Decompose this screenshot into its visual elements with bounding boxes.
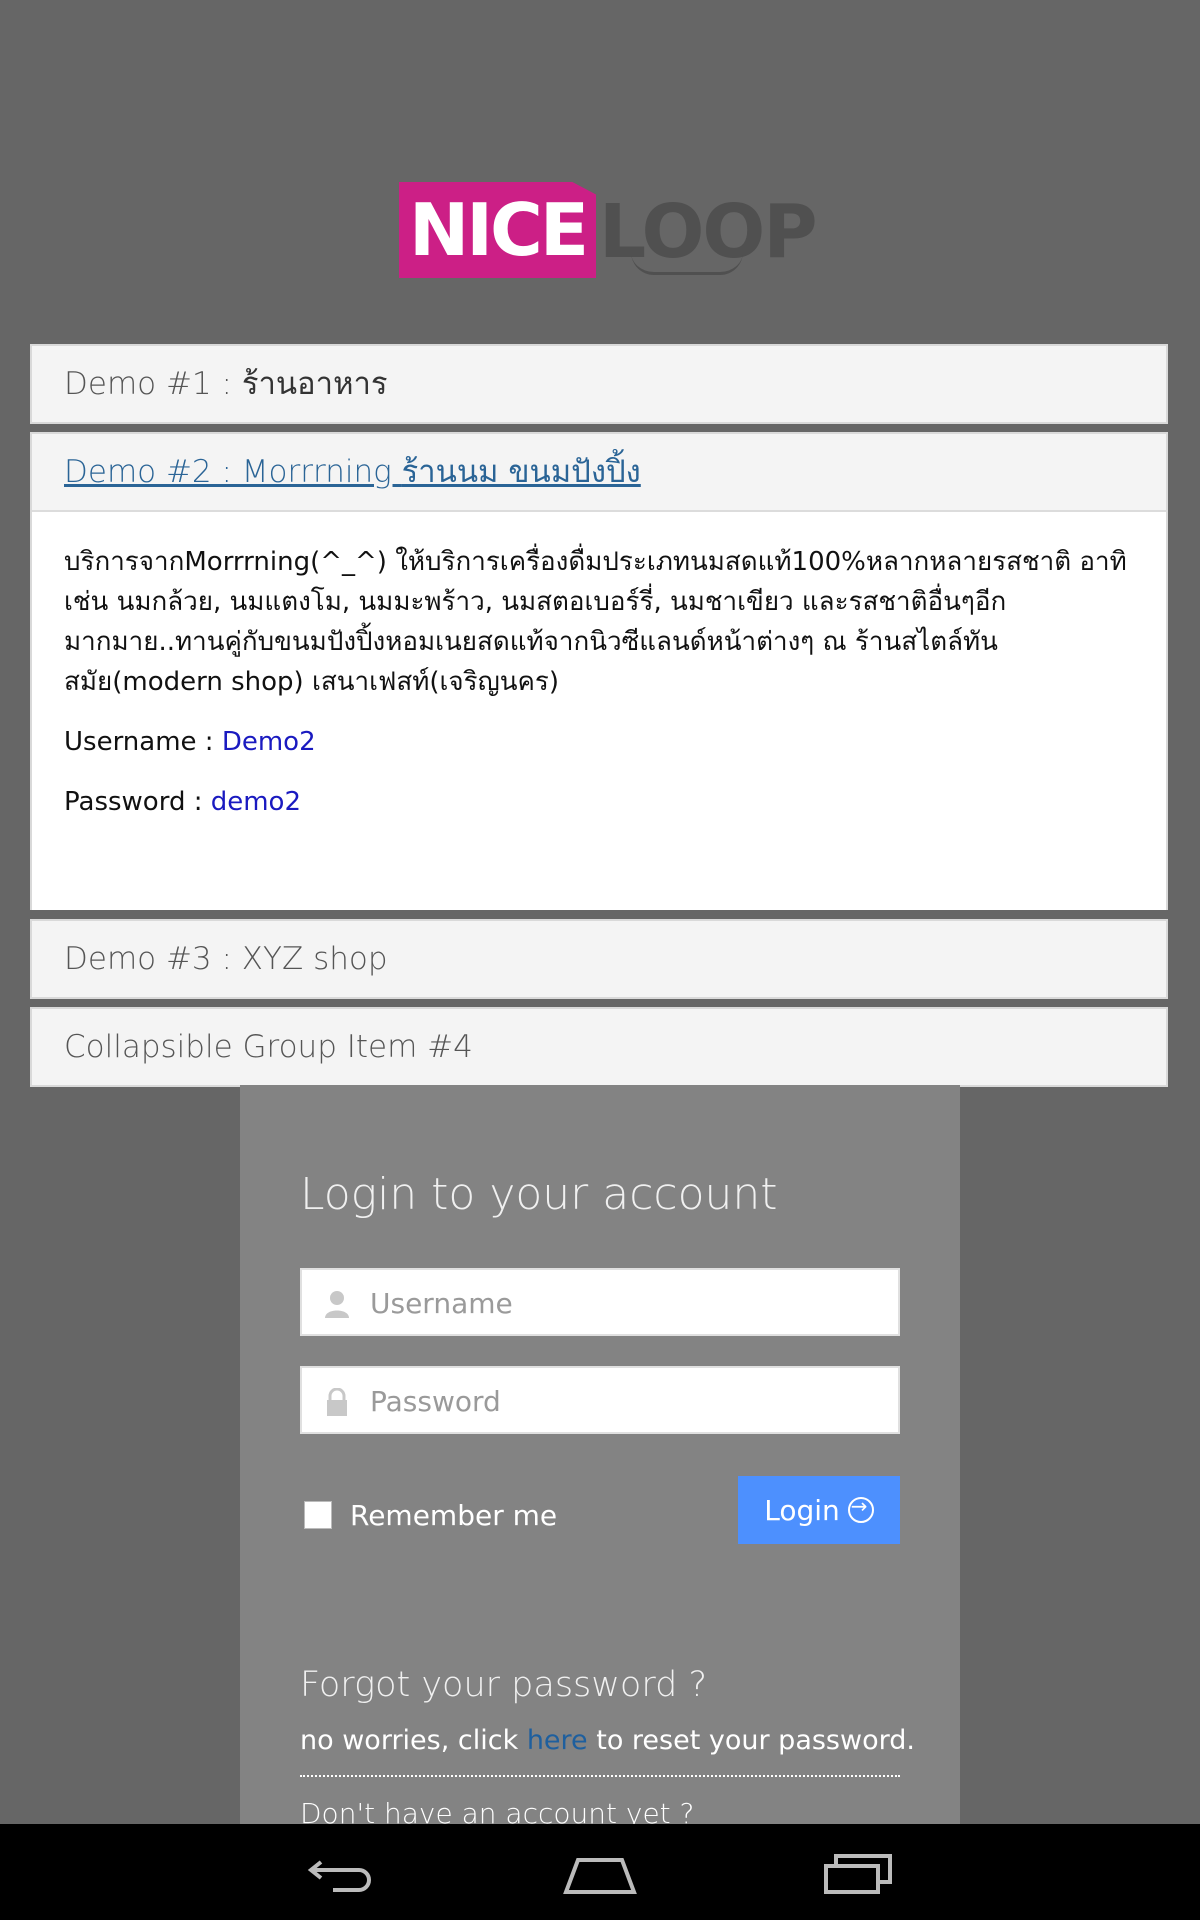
recents-icon[interactable] — [818, 1848, 898, 1896]
login-title: Login to your account — [300, 1169, 778, 1220]
nice-loop-logo: NICE LOOP — [399, 180, 818, 300]
accordion-heading-demo1[interactable]: Demo #1 : ร้านอาหาร — [32, 346, 1166, 422]
accordion-heading-prefix: Demo #1 : — [64, 366, 242, 402]
demo-password-value: demo2 — [210, 787, 302, 817]
user-icon — [325, 1291, 349, 1318]
remember-checkbox[interactable] — [304, 1501, 332, 1529]
accordion-item-4[interactable]: Collapsible Group Item #4 — [30, 1007, 1168, 1087]
demo-username-value: Demo2 — [221, 727, 316, 757]
accordion-heading-thai[interactable]: ร้านนม ขนมปังปิ้ง — [402, 454, 641, 490]
forgot-password-title: Forgot your password ? — [300, 1665, 708, 1705]
remember-label[interactable]: Remember me — [350, 1499, 557, 1532]
forgot-text-after: to reset your password. — [587, 1725, 915, 1756]
login-button-label: Login — [764, 1493, 840, 1527]
accordion-heading-demo2[interactable]: Demo #2 : Morrrning ร้านนม ขนมปังปิ้ง — [32, 434, 1166, 510]
password-label: Password : — [64, 787, 211, 817]
demo-password-line: Password : demo2 — [64, 782, 1136, 822]
accordion-heading-thai: ร้านอาหาร — [241, 366, 388, 402]
username-label: Username : — [64, 727, 222, 757]
android-nav-bar — [0, 1824, 1200, 1920]
shop-description: บริการจากMorrrning(^_^) ให้บริการเครื่อง… — [64, 547, 1127, 697]
remember-me[interactable]: Remember me — [304, 1493, 557, 1537]
accordion-heading-item4[interactable]: Collapsible Group Item #4 — [32, 1009, 1166, 1085]
accordion-heading-prefix[interactable]: Demo #2 : Morrrning — [64, 454, 402, 490]
lock-icon — [327, 1388, 347, 1416]
accordion-item-demo3[interactable]: Demo #3 : XYZ shop — [30, 919, 1168, 999]
username-input[interactable] — [368, 1270, 892, 1336]
password-field[interactable] — [300, 1366, 900, 1434]
login-button[interactable]: Login — [738, 1476, 900, 1544]
logo-swoosh — [631, 252, 743, 275]
back-icon[interactable] — [303, 1848, 383, 1896]
accordion-heading-demo3[interactable]: Demo #3 : XYZ shop — [32, 921, 1166, 997]
demo-username-line: Username : Demo2 — [64, 722, 1136, 762]
forgot-text-before: no worries, click — [300, 1725, 527, 1756]
arrow-circle-icon — [847, 1494, 874, 1523]
accordion-item-demo1[interactable]: Demo #1 : ร้านอาหาร — [30, 344, 1168, 424]
username-field[interactable] — [300, 1268, 900, 1336]
dotted-divider — [300, 1775, 900, 1777]
accordion-body-demo2: บริการจากMorrrning(^_^) ให้บริการเครื่อง… — [32, 510, 1166, 910]
logo-nice-text: NICE — [399, 182, 596, 278]
home-icon[interactable] — [560, 1848, 640, 1896]
forgot-password-text: no worries, click here to reset your pas… — [300, 1725, 915, 1756]
password-input[interactable] — [368, 1368, 892, 1434]
accordion-item-demo2: Demo #2 : Morrrning ร้านนม ขนมปังปิ้ง บร… — [30, 432, 1168, 910]
reset-password-link[interactable]: here — [527, 1725, 588, 1756]
login-form: Login to your account Remember me Login … — [240, 1085, 960, 1830]
